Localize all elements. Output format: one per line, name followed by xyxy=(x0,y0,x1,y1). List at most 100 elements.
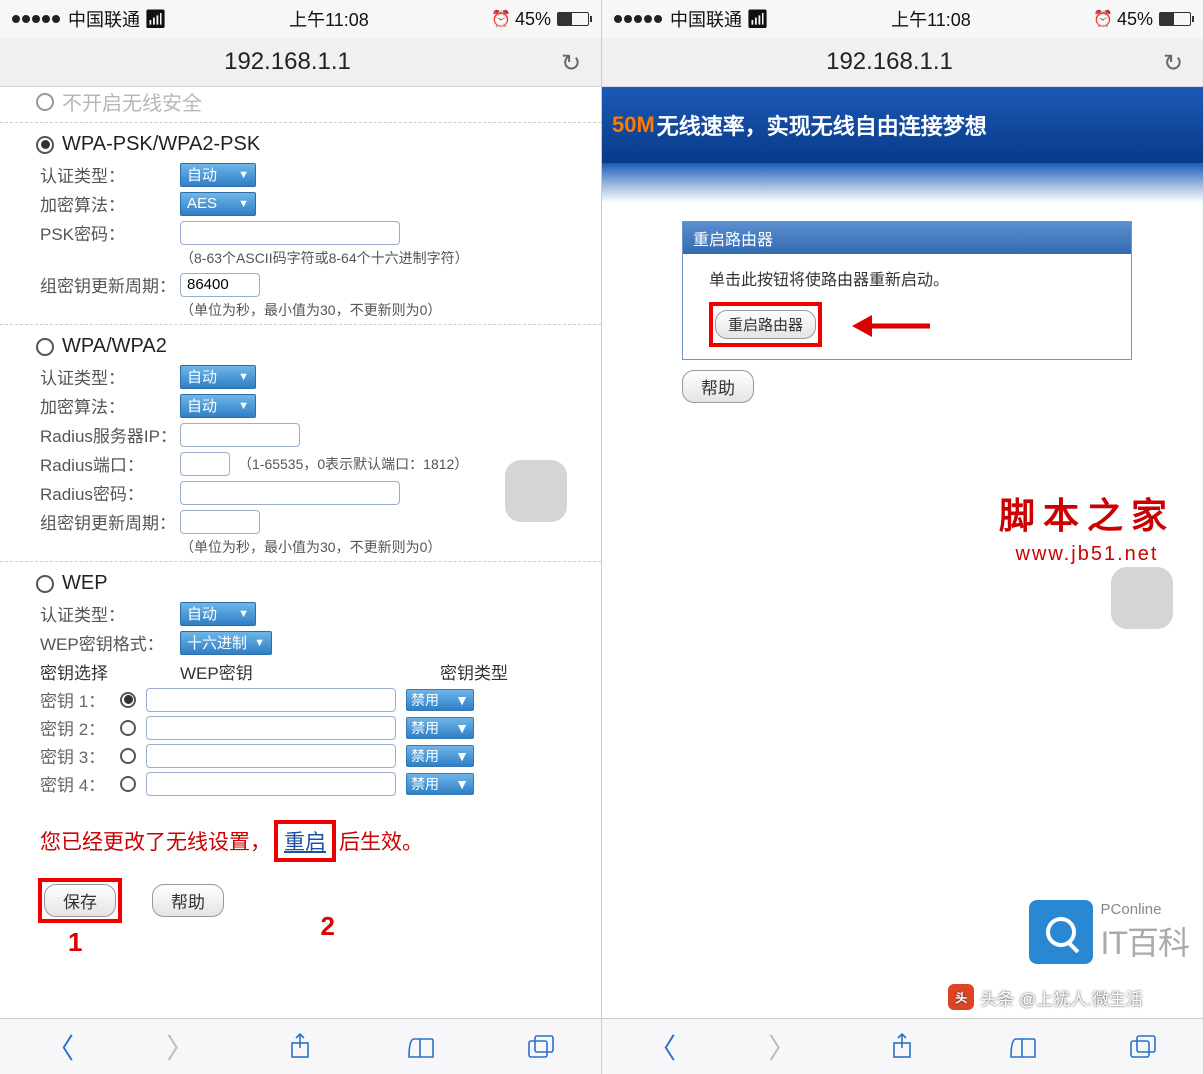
key-type-select[interactable]: 禁用▼ xyxy=(406,689,474,711)
wep-key-input[interactable] xyxy=(146,744,396,768)
chevron-down-icon: ▼ xyxy=(238,608,249,620)
annotation-1: 1 xyxy=(68,927,82,958)
group-key-hint: （单位为秒，最小值为30，不更新则为0） xyxy=(180,300,579,320)
group-key-label: 组密钥更新周期： xyxy=(40,509,180,534)
chevron-down-icon: ▼ xyxy=(254,637,265,649)
status-bar: 中国联通 📶︎ 上午11:08 ⏰ 45% xyxy=(602,0,1203,38)
left-screenshot: 中国联通 📶︎ 上午11:08 ⏰ 45% 192.168.1.1 ↻ 不开启无… xyxy=(0,0,602,1074)
wifi-icon: 📶︎ xyxy=(144,9,167,30)
psk-password-input[interactable] xyxy=(180,221,400,245)
wep-key-input[interactable] xyxy=(146,688,396,712)
share-icon[interactable] xyxy=(285,1032,315,1062)
battery-percent-label: 45% xyxy=(515,9,551,30)
help-button[interactable]: 帮助 xyxy=(682,370,754,403)
assistive-touch-icon[interactable] xyxy=(1111,567,1173,629)
enc-algo-select[interactable]: 自动▼ xyxy=(180,394,256,418)
key-type-select[interactable]: 禁用▼ xyxy=(406,717,474,739)
bookmarks-icon[interactable] xyxy=(406,1032,436,1062)
forward-icon: 〉 xyxy=(165,1032,195,1062)
enc-algo-select[interactable]: AES▼ xyxy=(180,192,256,216)
chevron-down-icon: ▼ xyxy=(238,371,249,383)
option-wep[interactable]: WEP xyxy=(36,572,579,595)
tabs-icon[interactable] xyxy=(526,1032,556,1062)
psk-password-label: PSK密码： xyxy=(40,220,180,245)
url-bar[interactable]: 192.168.1.1 ↻ xyxy=(0,38,601,87)
radio-icon[interactable] xyxy=(120,720,136,736)
wep-key-input[interactable] xyxy=(146,772,396,796)
watermark-pconline: PConline IT百科 xyxy=(1029,900,1189,964)
share-icon[interactable] xyxy=(887,1032,917,1062)
radio-icon[interactable] xyxy=(36,575,54,593)
reload-icon[interactable]: ↻ xyxy=(561,49,587,75)
panel-info: 单击此按钮将使路由器重新启动。 xyxy=(709,266,1105,290)
toutiao-text: 头条 @上犹人.微生活 xyxy=(980,985,1143,1010)
enc-algo-label: 加密算法： xyxy=(40,393,180,418)
reboot-button[interactable]: 重启路由器 xyxy=(715,310,816,339)
carrier-label: 中国联通 xyxy=(68,6,140,32)
router-reboot-page: 50M 无线速率，实现无线自由连接梦想 重启路由器 单击此按钮将使路由器重新启动… xyxy=(602,87,1203,1018)
key-col-label: WEP密钥 xyxy=(180,659,440,684)
radius-ip-input[interactable] xyxy=(180,423,300,447)
key-type-select[interactable]: 禁用▼ xyxy=(406,745,474,767)
save-button[interactable]: 保存 xyxy=(44,884,116,917)
radio-icon[interactable] xyxy=(36,136,54,154)
watermark-jb51: 脚本之家 www.jb51.net xyxy=(999,487,1175,566)
annotation-2: 2 xyxy=(320,911,334,958)
back-icon[interactable]: 〈 xyxy=(647,1032,677,1062)
banner-gradient xyxy=(602,163,1203,203)
wep-key-input[interactable] xyxy=(146,716,396,740)
radio-icon[interactable] xyxy=(36,93,54,111)
restart-notice: 您已经更改了无线设置， 重启 后生效。 xyxy=(40,820,579,862)
auth-type-select[interactable]: 自动▼ xyxy=(180,163,256,187)
auth-type-select[interactable]: 自动▼ xyxy=(180,365,256,389)
url-text: 192.168.1.1 xyxy=(14,48,561,76)
radio-icon[interactable] xyxy=(120,748,136,764)
right-screenshot: 中国联通 📶︎ 上午11:08 ⏰ 45% 192.168.1.1 ↻ 50M … xyxy=(602,0,1204,1074)
alarm-icon: ⏰ xyxy=(1093,9,1113,29)
tabs-icon[interactable] xyxy=(1128,1032,1158,1062)
group-key-input[interactable] xyxy=(180,273,260,297)
radius-port-input[interactable] xyxy=(180,452,230,476)
group-key-hint: （单位为秒，最小值为30，不更新则为0） xyxy=(180,537,579,557)
option-wpa-psk[interactable]: WPA-PSK/WPA2-PSK xyxy=(36,133,579,156)
panel-title: 重启路由器 xyxy=(683,222,1131,254)
router-wireless-security-page: 不开启无线安全 WPA-PSK/WPA2-PSK 认证类型：自动▼ 加密算法：A… xyxy=(0,87,601,1018)
annotation-box-restart: 重启 xyxy=(274,820,336,862)
restart-link[interactable]: 重启 xyxy=(284,831,326,854)
signal-dots-icon xyxy=(614,15,662,23)
router-banner: 50M 无线速率，实现无线自由连接梦想 xyxy=(602,87,1203,163)
banner-text: 无线速率，实现无线自由连接梦想 xyxy=(657,109,987,141)
auth-type-label: 认证类型： xyxy=(40,364,180,389)
radius-port-label: Radius端口： xyxy=(40,451,180,476)
reload-icon[interactable]: ↻ xyxy=(1163,49,1189,75)
radio-icon[interactable] xyxy=(120,776,136,792)
watermark-toutiao: 头 头条 @上犹人.微生活 xyxy=(948,984,1143,1010)
option-label: WEP xyxy=(62,572,108,595)
radius-pw-input[interactable] xyxy=(180,481,400,505)
auth-type-select[interactable]: 自动▼ xyxy=(180,602,256,626)
option-disable-security[interactable]: 不开启无线安全 xyxy=(36,87,579,116)
psk-hint: （8-63个ASCII码字符或8-64个十六进制字符） xyxy=(180,248,579,268)
chevron-down-icon: ▼ xyxy=(238,400,249,412)
help-button[interactable]: 帮助 xyxy=(152,884,224,917)
wep-fmt-select[interactable]: 十六进制▼ xyxy=(180,631,272,655)
chevron-down-icon: ▼ xyxy=(455,748,469,764)
status-bar: 中国联通 📶︎ 上午11:08 ⏰ 45% xyxy=(0,0,601,38)
auth-type-label: 认证类型： xyxy=(40,162,180,187)
battery-icon xyxy=(557,12,589,26)
radio-icon[interactable] xyxy=(36,338,54,356)
assistive-touch-icon[interactable] xyxy=(505,460,567,522)
group-key-label: 组密钥更新周期： xyxy=(40,272,180,297)
bookmarks-icon[interactable] xyxy=(1008,1032,1038,1062)
group-key-input[interactable] xyxy=(180,510,260,534)
chevron-down-icon: ▼ xyxy=(455,720,469,736)
wep-fmt-label: WEP密钥格式： xyxy=(40,630,180,655)
option-wpa[interactable]: WPA/WPA2 xyxy=(36,335,579,358)
pconline-logo-icon xyxy=(1029,900,1093,964)
time-label: 上午11:08 xyxy=(891,6,971,32)
annotation-box-save: 保存 xyxy=(38,878,122,923)
url-bar[interactable]: 192.168.1.1 ↻ xyxy=(602,38,1203,87)
back-icon[interactable]: 〈 xyxy=(45,1032,75,1062)
radio-icon[interactable] xyxy=(120,692,136,708)
key-type-select[interactable]: 禁用▼ xyxy=(406,773,474,795)
